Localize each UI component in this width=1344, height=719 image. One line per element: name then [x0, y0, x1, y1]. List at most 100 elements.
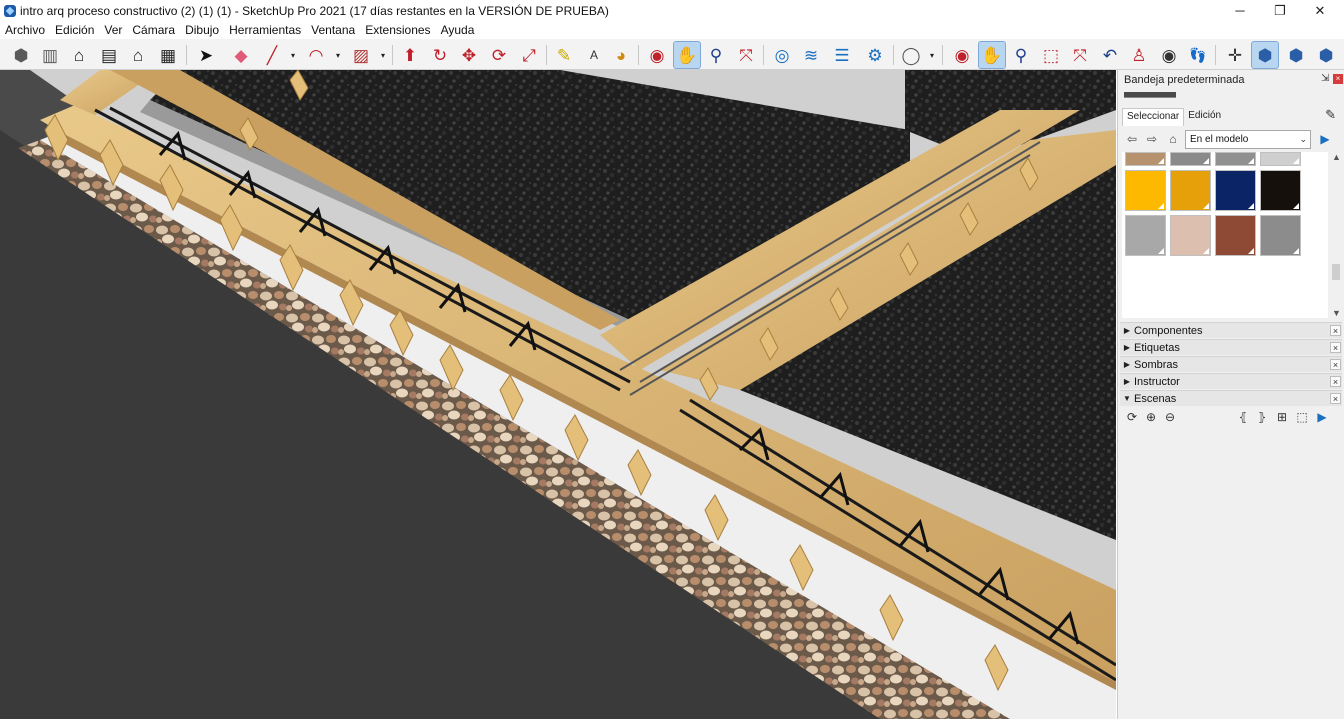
swatch-brick[interactable]	[1215, 215, 1256, 256]
menu-archivo[interactable]: Archivo	[0, 23, 50, 37]
scroll-down-icon[interactable]: ▼	[1332, 308, 1341, 318]
axes-button[interactable]: ✛	[1222, 42, 1248, 68]
extension-warehouse-button[interactable]: ≋	[798, 42, 824, 68]
swatch-black[interactable]	[1260, 170, 1301, 211]
close-button[interactable]: ✕	[1300, 0, 1340, 21]
menu-extensiones[interactable]: Extensiones	[360, 23, 435, 37]
zoom-tool-2-button[interactable]: ⚲	[1008, 42, 1034, 68]
add-scene-icon[interactable]: ⊕	[1143, 409, 1159, 425]
zoom-extents-button[interactable]: ⤧	[733, 42, 759, 68]
scroll-thumb[interactable]	[1332, 264, 1340, 280]
select-tool-button[interactable]: ➤	[193, 42, 219, 68]
in-model-home-icon[interactable]: ⌂	[1165, 131, 1181, 147]
pan-tool-2-button[interactable]: ✋	[978, 41, 1006, 69]
swatch-stones[interactable]	[1125, 152, 1166, 166]
orbit-tool-2-button[interactable]: ◉	[949, 42, 975, 68]
position-camera-button[interactable]: ♙	[1126, 42, 1152, 68]
user-account-dropdown[interactable]: ▾	[928, 48, 936, 62]
rotate-tool-button[interactable]: ⟳	[486, 42, 512, 68]
section-escenas[interactable]: ▼ Escenas ×	[1120, 390, 1342, 406]
arc-tool-button[interactable]: ◠	[303, 42, 329, 68]
move-tool-button[interactable]: ✥	[456, 42, 482, 68]
section-instructor[interactable]: ▶ Instructor ×	[1120, 373, 1342, 389]
eraser-tool-button[interactable]: ◆	[228, 42, 254, 68]
menu-edicion[interactable]: Edición	[50, 23, 99, 37]
scene-details-icon[interactable]: ⬚	[1294, 409, 1310, 425]
pan-tool-button[interactable]: ✋	[673, 41, 701, 69]
pin-icon[interactable]: ⇲	[1321, 74, 1331, 84]
orbit-tool-button[interactable]: ◉	[644, 42, 670, 68]
forward-arrow-icon[interactable]: ⇨	[1144, 131, 1160, 147]
text-tool-button[interactable]: A	[581, 42, 607, 68]
tab-edicion[interactable]: Edición	[1184, 108, 1225, 126]
push-pull-button[interactable]: ⬆	[397, 42, 423, 68]
swatch-gravel-dark[interactable]	[1215, 152, 1256, 166]
section-close-icon[interactable]: ×	[1330, 325, 1341, 336]
line-tool-button[interactable]: ╱	[259, 42, 285, 68]
swatch-navy[interactable]	[1215, 170, 1256, 211]
menu-ventana[interactable]: Ventana	[306, 23, 360, 37]
iso-view-button[interactable]: ⬢	[8, 42, 34, 68]
top-view-button[interactable]: ▥	[37, 42, 63, 68]
swatch-grey[interactable]	[1125, 215, 1166, 256]
swatch-gravel-grey[interactable]	[1170, 152, 1211, 166]
user-account-button[interactable]: ◯	[898, 42, 924, 68]
tape-measure-button[interactable]: ✎	[551, 42, 577, 68]
layout-button[interactable]: ☰	[829, 42, 855, 68]
swatches-scrollbar[interactable]: ▲ ▼	[1330, 152, 1342, 318]
swatch-amber[interactable]	[1170, 170, 1211, 211]
3d-warehouse-button[interactable]: ◎	[769, 42, 795, 68]
zoom-extents-2-button[interactable]: ⤧	[1067, 42, 1093, 68]
model-viewport[interactable]	[0, 70, 1116, 719]
minimize-button[interactable]: ─	[1220, 0, 1260, 21]
zoom-window-button[interactable]: ⬚	[1038, 42, 1064, 68]
previous-view-button[interactable]: ↶	[1097, 42, 1123, 68]
right-view-button[interactable]: ⌂	[125, 42, 151, 68]
xray-style-button[interactable]: ⬢	[1251, 41, 1279, 69]
walk-button[interactable]: 👣	[1185, 42, 1211, 68]
shaded-style-button[interactable]: ⬢	[1313, 42, 1339, 68]
zoom-tool-button[interactable]: ⚲	[703, 42, 729, 68]
update-scene-icon[interactable]: ⟳	[1124, 409, 1140, 425]
wireframe-style-button[interactable]: ⬢	[1283, 42, 1309, 68]
back-view-button[interactable]: ▦	[155, 42, 181, 68]
swatch-gravel-light[interactable]	[1260, 152, 1301, 166]
extension-manager-button[interactable]: ⚙	[862, 42, 888, 68]
scene-expand-icon[interactable]: ▶	[1314, 409, 1330, 425]
move-scene-down-icon[interactable]: ⦄	[1254, 409, 1270, 425]
home-view-button[interactable]: ⌂	[66, 42, 92, 68]
arc-tool-dropdown[interactable]: ▾	[334, 48, 342, 62]
scale-tool-button[interactable]: ⤢	[516, 42, 542, 68]
back-arrow-icon[interactable]: ⇦	[1124, 131, 1140, 147]
section-close-icon[interactable]: ×	[1330, 393, 1341, 404]
paint-bucket-button[interactable]: ◕	[608, 42, 634, 68]
swatch-yellow[interactable]	[1125, 170, 1166, 211]
menu-herramientas[interactable]: Herramientas	[224, 23, 306, 37]
move-scene-up-icon[interactable]: ⦃	[1235, 409, 1251, 425]
menu-dibujo[interactable]: Dibujo	[180, 23, 224, 37]
scroll-up-icon[interactable]: ▲	[1332, 152, 1341, 162]
section-close-icon[interactable]: ×	[1330, 376, 1341, 387]
menu-camara[interactable]: Cámara	[127, 23, 180, 37]
swatch-beige[interactable]	[1170, 215, 1211, 256]
rectangle-tool-button[interactable]: ▨	[348, 42, 374, 68]
remove-scene-icon[interactable]: ⊖	[1162, 409, 1178, 425]
details-arrow-icon[interactable]: ▶	[1317, 131, 1333, 147]
look-around-button[interactable]: ◉	[1156, 42, 1182, 68]
section-etiquetas[interactable]: ▶ Etiquetas ×	[1120, 339, 1342, 355]
section-sombras[interactable]: ▶ Sombras ×	[1120, 356, 1342, 372]
section-close-icon[interactable]: ×	[1330, 359, 1341, 370]
tab-seleccionar[interactable]: Seleccionar	[1122, 108, 1185, 126]
menu-ayuda[interactable]: Ayuda	[436, 23, 480, 37]
section-close-icon[interactable]: ×	[1330, 342, 1341, 353]
tray-close-icon[interactable]: ×	[1333, 74, 1343, 84]
menu-ver[interactable]: Ver	[99, 23, 127, 37]
swatch-glass[interactable]	[1260, 215, 1301, 256]
view-options-icon[interactable]: ⊞	[1274, 409, 1290, 425]
line-tool-dropdown[interactable]: ▾	[289, 48, 297, 62]
sample-paint-icon[interactable]: ✎	[1325, 107, 1336, 123]
maximize-button[interactable]: ❐	[1260, 0, 1300, 21]
collection-select[interactable]: En el modelo ⌄	[1185, 130, 1311, 149]
rectangle-tool-dropdown[interactable]: ▾	[379, 48, 387, 62]
front-view-button[interactable]: ▤	[96, 42, 122, 68]
